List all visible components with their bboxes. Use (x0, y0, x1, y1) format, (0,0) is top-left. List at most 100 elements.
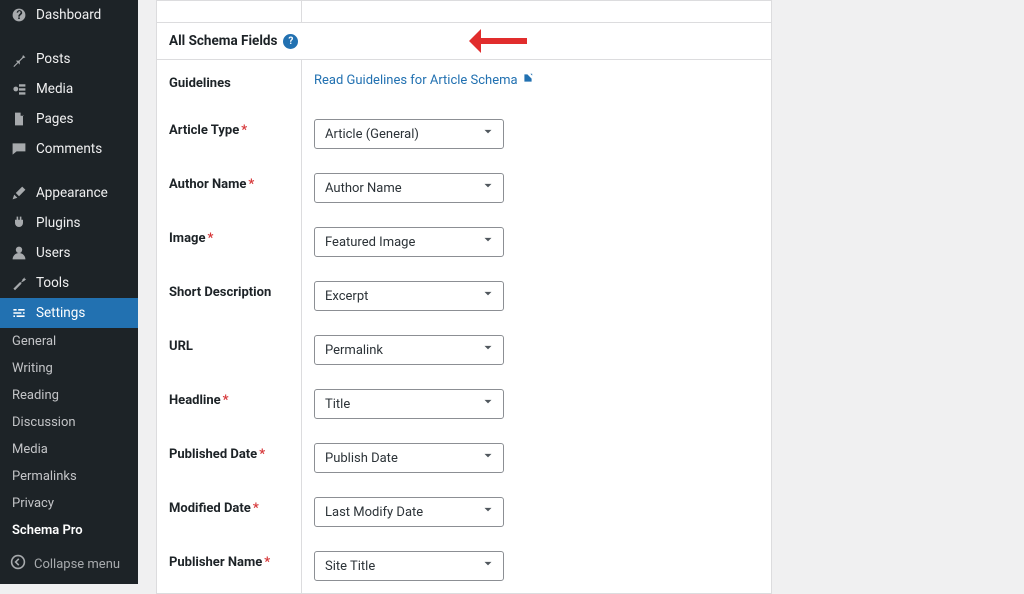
select-value: Article (General) (325, 127, 419, 142)
select-headline[interactable]: Title (314, 389, 504, 419)
row-article-type: Article Type* Article (General) (157, 107, 771, 161)
panel-title: All Schema Fields (169, 33, 277, 49)
select-value: Excerpt (325, 289, 368, 304)
chevron-down-icon (481, 395, 495, 413)
select-value: Last Modify Date (325, 505, 423, 520)
label-modified-date: Modified Date (169, 501, 251, 516)
select-value: Featured Image (325, 235, 415, 250)
help-icon[interactable]: ? (283, 34, 298, 49)
select-value: Author Name (325, 181, 402, 196)
select-author-name[interactable]: Author Name (314, 173, 504, 203)
sidebar-item-label: Plugins (36, 215, 81, 231)
sidebar-item-tools[interactable]: Tools (0, 268, 138, 298)
sidebar-item-settings[interactable]: Settings (0, 298, 138, 328)
guidelines-link-text: Read Guidelines for Article Schema (314, 73, 518, 88)
sidebar-item-label: Comments (36, 141, 102, 157)
label-headline: Headline (169, 393, 221, 408)
row-headline: Headline* Title (157, 377, 771, 431)
settings-sub-schema-pro[interactable]: Schema Pro (0, 517, 138, 544)
chevron-down-icon (481, 125, 495, 143)
sidebar-item-dashboard[interactable]: Dashboard (0, 0, 138, 30)
select-short-description[interactable]: Excerpt (314, 281, 504, 311)
required-marker: * (264, 555, 270, 570)
select-image[interactable]: Featured Image (314, 227, 504, 257)
wrench-icon (10, 275, 28, 291)
required-marker: * (259, 447, 265, 462)
main-content: All Schema Fields ? Guidelines Read Guid… (138, 0, 1024, 584)
chevron-down-icon (481, 179, 495, 197)
settings-sub-permalinks[interactable]: Permalinks (0, 463, 138, 490)
select-modified-date[interactable]: Last Modify Date (314, 497, 504, 527)
settings-sub-writing[interactable]: Writing (0, 355, 138, 382)
row-image: Image* Featured Image (157, 215, 771, 269)
label-publisher-name: Publisher Name (169, 555, 262, 570)
sidebar-item-posts[interactable]: Posts (0, 44, 138, 74)
comment-icon (10, 141, 28, 157)
chevron-down-icon (481, 287, 495, 305)
row-short-description: Short Description Excerpt (157, 269, 771, 323)
sidebar-item-label: Tools (36, 275, 69, 291)
chevron-down-icon (481, 341, 495, 359)
sidebar-item-label: Pages (36, 111, 74, 127)
plug-icon (10, 215, 28, 231)
sidebar-item-appearance[interactable]: Appearance (0, 178, 138, 208)
required-marker: * (253, 501, 259, 516)
settings-sub-reading[interactable]: Reading (0, 382, 138, 409)
label-image: Image (169, 231, 205, 246)
required-marker: * (241, 123, 247, 138)
sidebar-item-media[interactable]: Media (0, 74, 138, 104)
select-value: Permalink (325, 343, 383, 358)
sidebar-item-plugins[interactable]: Plugins (0, 208, 138, 238)
collapse-menu[interactable]: Collapse menu (0, 544, 138, 584)
sliders-icon (10, 305, 28, 321)
sidebar-item-label: Settings (36, 305, 85, 321)
schema-fields-panel: All Schema Fields ? Guidelines Read Guid… (156, 22, 772, 594)
row-modified-date: Modified Date* Last Modify Date (157, 485, 771, 539)
row-url: URL Permalink (157, 323, 771, 377)
settings-sub-privacy[interactable]: Privacy (0, 490, 138, 517)
select-publisher-name[interactable]: Site Title (314, 551, 504, 581)
collapse-icon (10, 554, 26, 574)
select-value: Title (325, 397, 350, 412)
select-url[interactable]: Permalink (314, 335, 504, 365)
sidebar-item-label: Appearance (36, 185, 108, 201)
select-published-date[interactable]: Publish Date (314, 443, 504, 473)
select-value: Publish Date (325, 451, 398, 466)
settings-sub-discussion[interactable]: Discussion (0, 409, 138, 436)
sidebar-item-label: Users (36, 245, 70, 261)
brush-icon (10, 185, 28, 201)
pin-icon (10, 51, 28, 67)
settings-sub-media[interactable]: Media (0, 436, 138, 463)
admin-sidebar: Dashboard Posts Media Pages Comments App… (0, 0, 138, 584)
chevron-down-icon (481, 449, 495, 467)
label-short-description: Short Description (169, 285, 271, 300)
chevron-down-icon (481, 557, 495, 575)
settings-sub-general[interactable]: General (0, 328, 138, 355)
label-url: URL (169, 339, 193, 354)
label-article-type: Article Type (169, 123, 239, 138)
row-publisher-name: Publisher Name* Site Title (157, 539, 771, 593)
label-published-date: Published Date (169, 447, 257, 462)
annotation-arrow (457, 29, 527, 53)
collapse-label: Collapse menu (34, 557, 120, 572)
dashboard-icon (10, 7, 28, 23)
guidelines-link[interactable]: Read Guidelines for Article Schema (314, 72, 534, 88)
page-icon (10, 111, 28, 127)
sidebar-item-users[interactable]: Users (0, 238, 138, 268)
row-author-name: Author Name* Author Name (157, 161, 771, 215)
chevron-down-icon (481, 233, 495, 251)
required-marker: * (248, 177, 254, 192)
sidebar-item-comments[interactable]: Comments (0, 134, 138, 164)
required-marker: * (223, 393, 229, 408)
select-article-type[interactable]: Article (General) (314, 119, 504, 149)
chevron-down-icon (481, 503, 495, 521)
sidebar-item-label: Posts (36, 51, 70, 67)
media-icon (10, 81, 28, 97)
sidebar-item-pages[interactable]: Pages (0, 104, 138, 134)
external-link-icon (522, 72, 534, 88)
panel-header: All Schema Fields ? (157, 23, 771, 60)
required-marker: * (207, 231, 213, 246)
user-icon (10, 245, 28, 261)
sidebar-item-label: Dashboard (36, 7, 101, 23)
label-guidelines: Guidelines (157, 60, 302, 107)
